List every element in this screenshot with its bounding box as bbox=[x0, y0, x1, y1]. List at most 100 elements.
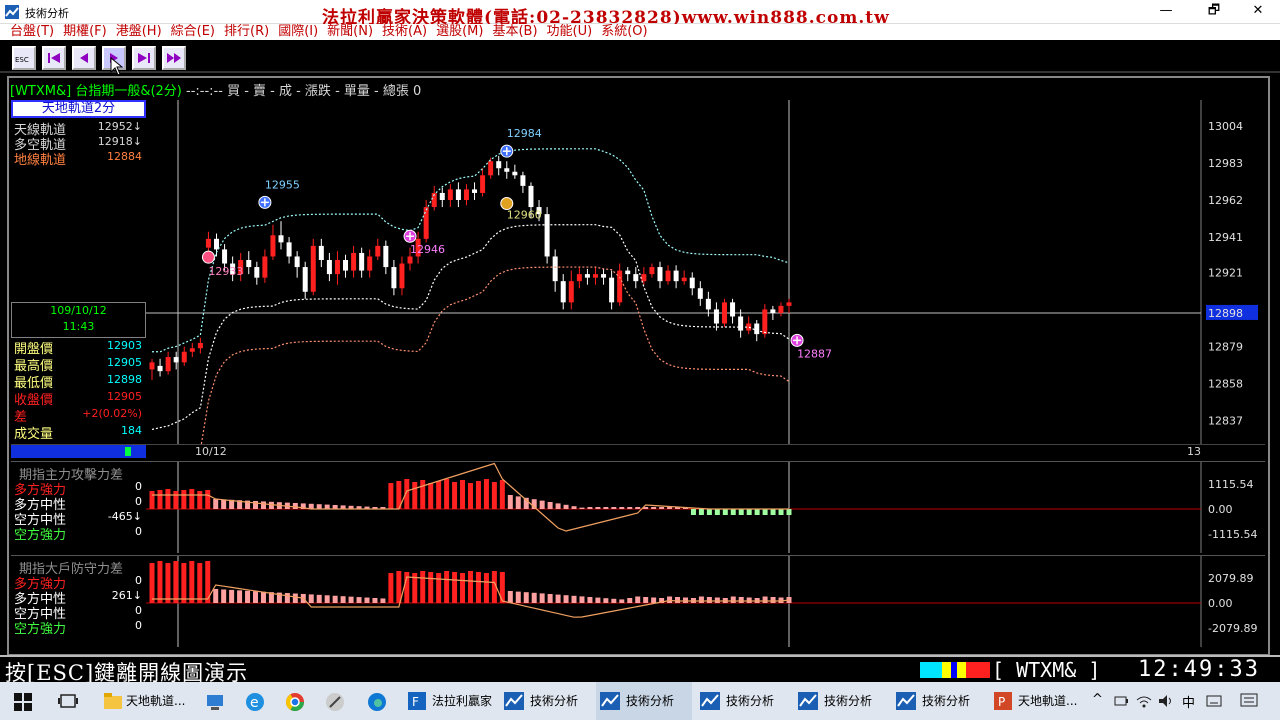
histogram-bar bbox=[651, 507, 657, 509]
candle-body bbox=[149, 362, 155, 370]
legend-row: 空方中性 -465↓ bbox=[14, 509, 144, 528]
first-button[interactable] bbox=[42, 46, 66, 70]
chart-app-icon bbox=[600, 692, 620, 710]
histogram-bar bbox=[770, 597, 776, 603]
candle-body bbox=[383, 245, 389, 268]
y-tick-label: 12962 bbox=[1208, 194, 1243, 207]
taskbar-app-ta-2-active[interactable]: 技術分析 bbox=[596, 682, 692, 720]
notification-icon[interactable] bbox=[1240, 693, 1258, 709]
histogram-bar bbox=[603, 507, 609, 509]
battery-icon[interactable] bbox=[1114, 694, 1128, 708]
indicator-row: 多空軌道 12918↓ bbox=[14, 134, 144, 153]
legend-label: 空方強力 bbox=[14, 528, 67, 543]
candle-body bbox=[649, 267, 655, 275]
histogram-bar bbox=[770, 509, 776, 515]
histogram-bar bbox=[587, 597, 593, 603]
taskbar-app-ppt[interactable]: P 天地軌道... bbox=[990, 682, 1082, 720]
attack-legend: 期指主力攻擊力差 多方強力 0 多方中性 0 空方中性 -465↓ 空方強力 0 bbox=[11, 464, 146, 554]
histogram-bar bbox=[698, 596, 704, 603]
menu-bar: 台盤(T) 期權(F) 港盤(H) 綜合(E) 排行(R) 國際(I) 新聞(N) 技術(A)… bbox=[0, 24, 1280, 40]
attack-panel: 期指主力攻擊力差 多方強力 0 多方中性 0 空方中性 -465↓ 空方強力 0 1115.54… bbox=[11, 461, 1265, 553]
speaker-icon[interactable] bbox=[1158, 694, 1174, 708]
mouse-cursor-icon bbox=[110, 57, 124, 76]
histogram-bar bbox=[292, 503, 298, 509]
fast-forward-button[interactable] bbox=[162, 46, 186, 70]
task-view-icon[interactable] bbox=[58, 693, 78, 711]
histogram-bar bbox=[444, 479, 450, 509]
taskbar-app-ta-5[interactable]: 技術分析 bbox=[892, 682, 984, 720]
network-drive-icon[interactable] bbox=[205, 692, 225, 712]
histogram-bar bbox=[260, 591, 266, 603]
menu-item[interactable]: 系統(O) bbox=[601, 24, 647, 39]
keyboard-icon[interactable] bbox=[1206, 694, 1222, 708]
histogram-bar bbox=[682, 597, 688, 603]
histogram-bar bbox=[762, 509, 768, 515]
menu-item[interactable]: 期權(F) bbox=[63, 24, 107, 39]
defense-chart[interactable]: 2079.89 0.00 -2079.89 bbox=[146, 556, 1264, 647]
ime-indicator[interactable]: 中 bbox=[1182, 692, 1195, 711]
taskbar-app-ta-4[interactable]: 技術分析 bbox=[794, 682, 886, 720]
menu-item[interactable]: 排行(R) bbox=[224, 24, 269, 39]
scroll-track[interactable] bbox=[11, 445, 146, 458]
attack-chart[interactable]: 1115.54 0.00 -1115.54 bbox=[146, 462, 1264, 553]
taskbar-app-ferrari[interactable]: F 法拉利贏家 bbox=[404, 682, 494, 720]
histogram-bar bbox=[388, 483, 394, 509]
chart-app-icon bbox=[700, 692, 720, 710]
histogram-bar bbox=[507, 495, 513, 509]
taskbar-app-ta-1[interactable]: 技術分析 bbox=[500, 682, 592, 720]
close-button[interactable]: ✕ bbox=[1235, 0, 1280, 24]
menu-item[interactable]: 技術(A) bbox=[382, 24, 427, 39]
menu-item[interactable]: 港盤(H) bbox=[116, 24, 162, 39]
ie-browser-icon[interactable]: e bbox=[245, 692, 265, 712]
svg-text:P: P bbox=[998, 695, 1005, 709]
scroll-thumb[interactable] bbox=[125, 447, 131, 456]
defense-panel: 期指大戶防守力差 多方強力 0 多方中性 261↓ 空方中性 0 空方強力 0 2079.89 0… bbox=[11, 555, 1265, 647]
indicator-value: 12884 bbox=[107, 150, 142, 163]
histogram-bar bbox=[643, 597, 649, 603]
histogram-bar bbox=[253, 591, 259, 603]
y-tick-label: 2079.89 bbox=[1208, 572, 1254, 585]
histogram-bar bbox=[619, 507, 625, 509]
histogram-bar bbox=[611, 507, 617, 509]
histogram-bar bbox=[356, 597, 362, 603]
y-tick-label: 12879 bbox=[1208, 340, 1243, 353]
previous-button[interactable] bbox=[72, 46, 96, 70]
maximize-button[interactable]: 🗗 bbox=[1191, 0, 1237, 24]
histogram-bar bbox=[619, 599, 625, 603]
candle-body bbox=[455, 189, 461, 200]
menu-item[interactable]: 綜合(E) bbox=[171, 24, 215, 39]
histogram-bar bbox=[189, 561, 195, 603]
tray-chevron-icon[interactable]: ^ bbox=[1092, 692, 1103, 707]
chrome-icon[interactable] bbox=[285, 692, 305, 712]
menu-item[interactable]: 台盤(T) bbox=[10, 24, 54, 39]
histogram-bar bbox=[571, 506, 577, 509]
histogram-bar bbox=[730, 509, 736, 515]
esc-button[interactable]: ESC bbox=[12, 46, 36, 70]
menu-item[interactable]: 新聞(N) bbox=[327, 24, 373, 39]
next-button[interactable] bbox=[132, 46, 156, 70]
candle-body bbox=[657, 267, 663, 282]
histogram-bar bbox=[523, 592, 529, 603]
histogram-bar bbox=[563, 595, 569, 603]
edge-browser-icon[interactable] bbox=[367, 692, 387, 712]
legend-value: 0 bbox=[135, 525, 142, 538]
legend-row: 多方中性 0 bbox=[14, 494, 144, 513]
taskbar-app-ta-3[interactable]: 技術分析 bbox=[696, 682, 788, 720]
minimize-button[interactable]: — bbox=[1143, 0, 1189, 24]
windows-start-icon[interactable] bbox=[14, 693, 32, 711]
taskbar-label: 技術分析 bbox=[922, 694, 971, 708]
histogram-bar bbox=[372, 598, 378, 603]
signal-marker bbox=[201, 250, 215, 264]
indicator-row: 地線軌道 12884 bbox=[14, 149, 144, 168]
chart-app-icon bbox=[896, 692, 916, 710]
menu-item[interactable]: 國際(I) bbox=[278, 24, 318, 39]
menu-item[interactable]: 功能(U) bbox=[547, 24, 593, 39]
histogram-bar bbox=[157, 490, 163, 509]
taskbar-app-folder[interactable]: 天地軌道... bbox=[100, 682, 192, 720]
candle-body bbox=[439, 192, 445, 200]
wifi-icon[interactable] bbox=[1136, 694, 1152, 708]
menu-item[interactable]: 基本(B) bbox=[492, 24, 537, 39]
menu-item[interactable]: 選股(M) bbox=[436, 24, 483, 39]
price-chart[interactable]: 13004 12983 12962 12941 12921 12898 12879 12858… bbox=[146, 100, 1264, 444]
pen-app-icon[interactable] bbox=[325, 692, 345, 712]
